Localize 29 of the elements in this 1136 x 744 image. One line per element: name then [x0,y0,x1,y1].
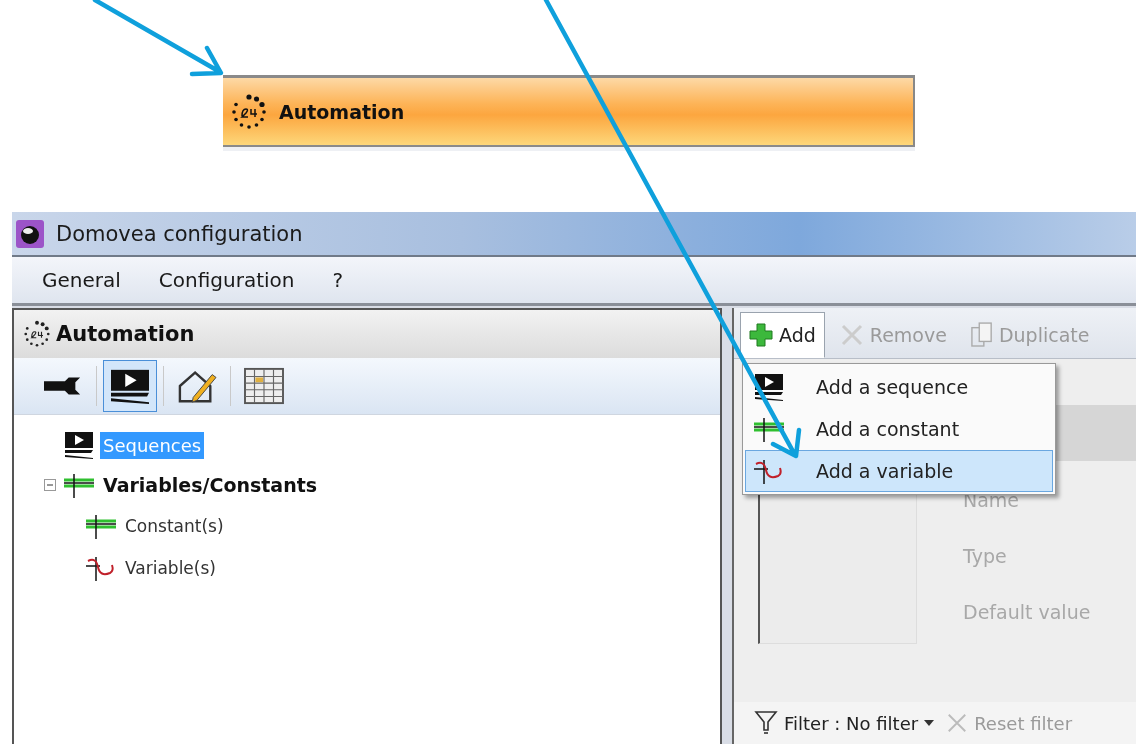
menu-item[interactable]: Add a variable [745,450,1053,492]
panel-title: Automation [56,322,195,346]
menu-item[interactable]: Configuration [146,264,307,296]
cross-icon [946,712,969,734]
tree-item[interactable]: Variable(s) [122,555,219,581]
copy-icon [970,322,993,348]
menu-item[interactable]: General [30,264,133,296]
field-label: Name [963,489,1021,513]
caret-icon [924,720,935,726]
banner-title: Automation [279,100,405,123]
funnel-icon [754,709,778,737]
sequence-tool-button[interactable] [103,360,157,412]
menu-item[interactable]: ? [320,264,356,296]
tree-item[interactable]: Variables/Constants [100,471,321,499]
app-logo-icon [16,219,44,248]
menu-item[interactable]: Add a constant [745,408,1053,450]
field-label: Type [963,545,1008,569]
filter-dropdown[interactable]: Filter : No filter [752,709,937,737]
grid-icon [241,367,287,405]
cross-icon [839,323,864,347]
menu-item[interactable]: Add a sequence [745,366,1053,408]
plus-icon [749,323,773,347]
sequence-icon [62,430,96,460]
tree-item[interactable]: Constant(s) [122,513,227,539]
window-title: Domovea configuration [56,221,303,246]
add-button[interactable]: Add [740,312,825,358]
collapse-toggle-icon[interactable] [44,479,56,491]
sequence-icon [752,372,786,402]
field-label: Default value [963,601,1091,625]
